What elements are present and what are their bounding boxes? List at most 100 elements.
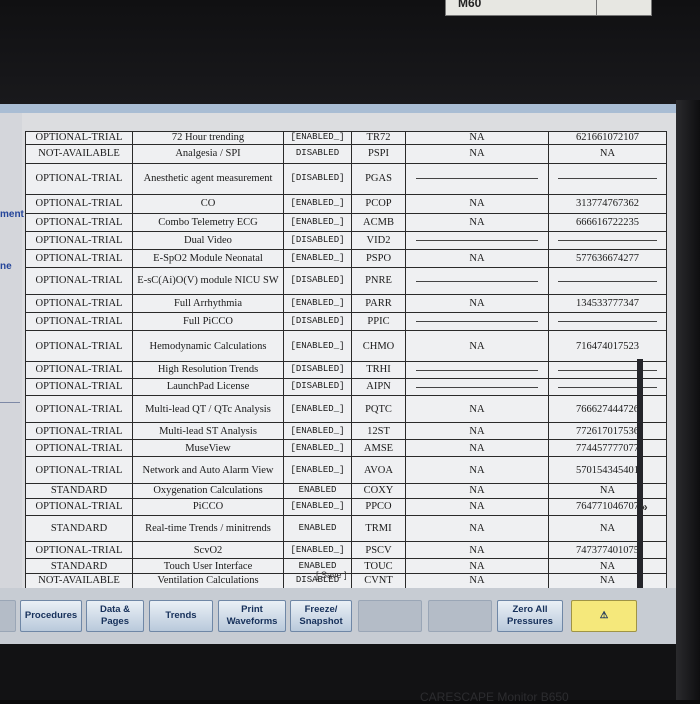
cell-status: OPTIONAL-TRIAL [25,248,133,268]
table-row[interactable]: OPTIONAL-TRIAL PiCCO [ENABLED_] PPCO NA 76477… [25,497,667,516]
table-row[interactable]: OPTIONAL-TRIAL Full Arrhythmia [ENABLED_] P… [25,294,667,314]
cell-feature: LaunchPad License [132,377,284,396]
table-row[interactable]: OPTIONAL-TRIAL Combo Telemetry ECG [ENABLE… [25,212,667,232]
empty-entry-line[interactable] [416,239,538,241]
monitor-bottom-bezel [0,644,676,700]
cell-code: CVNT [351,572,406,590]
cell-c1: NA [405,572,549,590]
softkey-blank[interactable] [0,600,16,632]
table-row[interactable]: OPTIONAL-TRIAL LaunchPad License [DISABLED… [25,377,667,396]
cell-state: [ENABLED_] [283,422,352,441]
monitor-right-bezel [676,100,700,700]
softkey-bar: Procedures Data & Pages Trends Print Wavefo… [0,588,676,644]
cell-state: [ENABLED_] [283,330,352,362]
cell-state: ENABLED [283,482,352,499]
table-row[interactable]: OPTIONAL-TRIAL Dual Video [DISABLED] VID2 [25,230,667,250]
empty-entry-line[interactable] [416,321,538,323]
cell-c1 [405,312,549,332]
softkey-disabled-2[interactable] [428,600,492,632]
side-menu-item-1[interactable]: ment [0,209,24,220]
cell-feature: Anesthetic agent measurement [132,162,284,195]
table-row[interactable]: STANDARD Oxygenation Calculations ENABLED C… [25,482,667,499]
cell-c2: 766627444726 [548,394,667,424]
cell-c2: 772617017536 [548,422,667,441]
side-menu-item-2[interactable]: ne [0,261,12,272]
cell-c2: 747377401075 [548,541,667,560]
softkey-freeze-snapshot[interactable]: Freeze/ Snapshot [290,600,352,632]
cell-state: [ENABLED_] [283,248,352,268]
empty-entry-line[interactable] [416,386,538,388]
empty-entry-line[interactable] [416,178,538,180]
cell-c2: 666616722235 [548,212,667,232]
softkey-zero-all-pressures[interactable]: Zero All Pressures [497,600,563,632]
table-row[interactable]: OPTIONAL-TRIAL Hemodynamic Calculations [E… [25,330,667,362]
cell-status: OPTIONAL-TRIAL [25,212,133,232]
softkey-print-waveforms[interactable]: Print Waveforms [218,600,286,632]
cell-c1: NA [405,248,549,268]
cell-c1: NA [405,514,549,543]
cell-c2: 577636674277 [548,248,667,268]
cell-status: STANDARD [25,482,133,499]
cell-feature: Network and Auto Alarm View [132,456,284,484]
cell-c1 [405,360,549,379]
cell-c1: NA [405,482,549,499]
feature-license-table: OPTIONAL-TRIAL 72 Hour trending [ENABLED_]… [25,131,667,590]
cell-status: OPTIONAL-TRIAL [25,541,133,560]
empty-entry-line[interactable] [557,321,658,323]
cell-state: [DISABLED] [283,360,352,379]
empty-entry-line[interactable] [416,369,538,371]
cell-state: [DISABLED] [283,266,352,296]
cell-status: OPTIONAL-TRIAL [25,266,133,296]
monitor-screen: ment ne OPTIONAL-TRIAL 72 Hour trending [E… [0,104,676,644]
cell-c2: NA [548,514,667,543]
cell-state: [DISABLED] [283,230,352,250]
table-row[interactable]: OPTIONAL-TRIAL Multi-lead QT / QTc Analys… [25,394,667,424]
cell-code: TRHI [351,360,406,379]
cell-c2 [548,377,667,396]
softkey-disabled-1[interactable] [358,600,422,632]
cell-c2: NA [548,558,667,574]
brand-label: CARESCAPE Monitor B650 [420,690,569,704]
table-row[interactable]: NOT-AVAILABLE Analgesia / SPI DISABLED PSPI… [25,143,667,164]
table-row[interactable]: OPTIONAL-TRIAL Anesthetic agent measureme… [25,162,667,195]
empty-entry-line[interactable] [557,239,658,241]
cell-c1: NA [405,497,549,516]
cell-feature: Analgesia / SPI [132,143,284,164]
softkey-trends[interactable]: Trends [149,600,213,632]
table-row[interactable]: OPTIONAL-TRIAL E-SpO2 Module Neonatal [ENA… [25,248,667,268]
empty-entry-line[interactable] [416,280,538,282]
cell-code: VID2 [351,230,406,250]
table-row[interactable]: OPTIONAL-TRIAL CO [ENABLED_] PCOP NA 31377476… [25,193,667,214]
table-row[interactable]: OPTIONAL-TRIAL 72 Hour trending [ENABLED_]… [25,131,667,145]
softkey-alarm[interactable]: ⚠ [571,600,637,632]
softkey-procedures[interactable]: Procedures [20,600,82,632]
softkey-data-pages[interactable]: Data & Pages [86,600,144,632]
cell-status: OPTIONAL-TRIAL [25,439,133,458]
table-row[interactable]: OPTIONAL-TRIAL E-sC(Ai)O(V) module NICU S… [25,266,667,296]
cell-code: PSPI [351,143,406,164]
cell-state: [ENABLED_] [283,212,352,232]
cell-code: PNRE [351,266,406,296]
cell-c2 [548,312,667,332]
cell-feature: Dual Video [132,230,284,250]
cell-state: [DISABLED] [283,377,352,396]
cell-code: PQTC [351,394,406,424]
empty-entry-line[interactable] [557,280,658,282]
save-button[interactable]: [ Save ] [316,570,347,580]
empty-entry-line[interactable] [557,178,658,180]
cell-c1: NA [405,558,549,574]
table-row[interactable]: OPTIONAL-TRIAL Network and Auto Alarm Vie… [25,456,667,484]
table-row[interactable]: OPTIONAL-TRIAL High Resolution Trends [DIS… [25,360,667,379]
table-scrollbar[interactable] [637,359,643,599]
cell-code: ACMB [351,212,406,232]
cell-code: PARR [351,294,406,314]
table-row[interactable]: OPTIONAL-TRIAL MuseView [ENABLED_] AMSE NA 77… [25,439,667,458]
cell-c2 [548,162,667,195]
table-row[interactable]: OPTIONAL-TRIAL Multi-lead ST Analysis [ENA… [25,422,667,441]
cell-state: [ENABLED_] [283,439,352,458]
table-row[interactable]: OPTIONAL-TRIAL Full PiCCO [DISABLED] PPIC [25,312,667,332]
scroll-more-icon[interactable]: » [641,500,648,514]
cell-state: DISABLED [283,143,352,164]
table-row[interactable]: OPTIONAL-TRIAL ScvO2 [ENABLED_] PSCV NA 74737… [25,541,667,560]
table-row[interactable]: STANDARD Real-time Trends / minitrends ENA… [25,514,667,543]
